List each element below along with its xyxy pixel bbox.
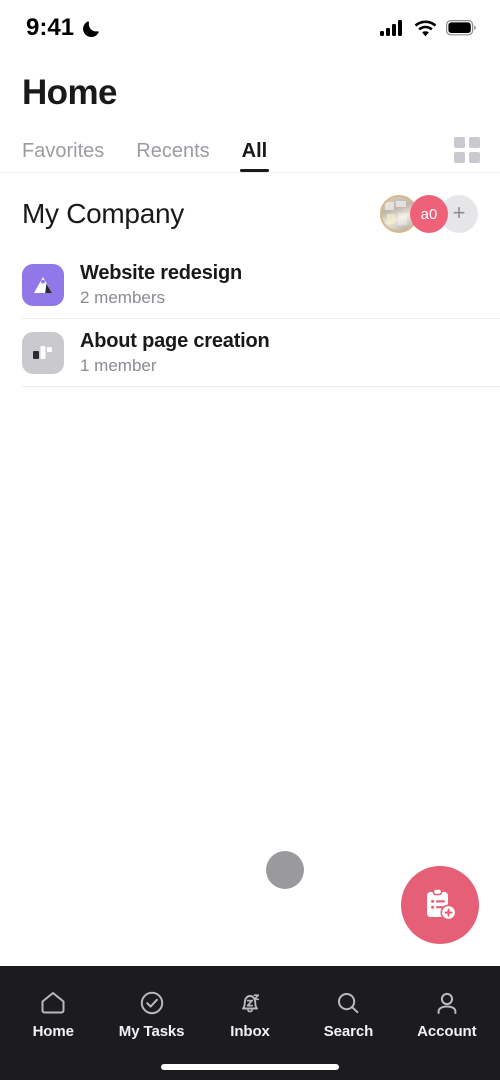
cellular-signal-icon	[380, 19, 402, 36]
nav-label-my-tasks: My Tasks	[118, 1022, 185, 1040]
tab-recents[interactable]: Recents	[136, 140, 209, 172]
list-item[interactable]: Website redesign 2 members	[0, 251, 500, 319]
bottom-navigation-bar: Home My Tasks Inbox Search Account	[0, 966, 500, 1080]
add-task-button[interactable]	[401, 866, 479, 944]
grid-cell	[454, 152, 465, 163]
avatar[interactable]: a0	[410, 195, 448, 233]
page-header: Home Favorites Recents All	[0, 56, 500, 173]
avatar-photo-detail	[396, 201, 406, 207]
status-bar: 9:41	[0, 0, 500, 56]
battery-full-icon	[446, 20, 476, 36]
person-icon	[437, 992, 457, 1014]
grid-cell	[469, 137, 480, 148]
board-project-icon	[22, 332, 64, 374]
moon-icon	[83, 20, 99, 37]
tab-bar: Favorites Recents All	[0, 130, 500, 172]
project-name: Website redesign	[80, 262, 243, 284]
nav-label-search: Search	[323, 1022, 374, 1040]
status-time: 9:41	[26, 14, 75, 41]
home-indicator[interactable]	[161, 1064, 339, 1070]
grid-cell	[454, 137, 465, 148]
list-item[interactable]: About page creation 1 member	[0, 319, 500, 387]
nav-item-home[interactable]: Home	[4, 989, 102, 1040]
triangle-glyph	[34, 277, 52, 293]
tab-all[interactable]: All	[239, 140, 269, 172]
project-member-count: 1 member	[80, 356, 157, 375]
member-avatar-group: a0 +	[380, 195, 478, 233]
tab-favorites[interactable]: Favorites	[22, 140, 104, 172]
page-title: Home	[22, 73, 117, 112]
grid-view-icon[interactable]	[454, 137, 480, 163]
grid-cell	[469, 152, 480, 163]
avatar-photo-detail	[385, 202, 394, 210]
main-content: My Company a0 + Website redesign 2 membe…	[0, 173, 500, 966]
project-name: About page creation	[80, 330, 270, 352]
avatar-photo-detail	[398, 213, 407, 225]
triangle-project-icon	[22, 264, 64, 306]
project-member-count: 2 members	[80, 288, 166, 307]
status-bar-right	[380, 19, 476, 37]
search-icon	[338, 992, 359, 1013]
status-bar-left: 9:41	[26, 14, 102, 42]
workspace-title: My Company	[22, 198, 184, 229]
avatar-photo-detail	[387, 214, 395, 224]
nav-item-account[interactable]: Account	[398, 989, 496, 1040]
app-screen: 9:41 Home Favorites Recents All My Compa…	[0, 0, 500, 1080]
board-glyph	[33, 346, 52, 359]
nav-item-search[interactable]: Search	[299, 989, 397, 1040]
nav-item-inbox[interactable]: Inbox	[201, 989, 299, 1040]
list-item-text: Website redesign 2 members	[80, 262, 242, 308]
list-item-text: About page creation 1 member	[80, 330, 270, 376]
project-list: Website redesign 2 members About page cr…	[0, 251, 500, 387]
nav-label-account: Account	[417, 1022, 477, 1040]
loading-dot	[266, 851, 304, 889]
check-circle-icon	[140, 991, 163, 1014]
home-icon	[41, 991, 65, 1013]
workspace-header: My Company a0 +	[0, 173, 500, 251]
bottom-nav-items: Home My Tasks Inbox Search Account	[0, 966, 500, 1054]
add-task-clipboard-icon	[427, 888, 457, 921]
wifi-icon	[414, 20, 437, 36]
home-indicator-area	[0, 1054, 500, 1080]
bell-snooze-icon	[242, 993, 260, 1012]
nav-label-inbox: Inbox	[230, 1022, 270, 1040]
nav-label-home: Home	[32, 1022, 74, 1040]
nav-item-my-tasks[interactable]: My Tasks	[102, 989, 200, 1040]
